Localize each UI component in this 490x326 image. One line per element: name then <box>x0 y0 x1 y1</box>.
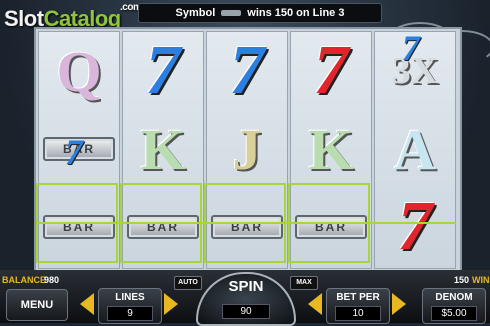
symbol-wild-3x: 7 3X <box>391 28 439 92</box>
symbol-red-seven: 7 <box>313 32 349 109</box>
symbol-red-seven: 7 <box>397 188 433 265</box>
lines-control: LINES 9 <box>98 288 162 324</box>
symbol-cell: 7 <box>375 188 455 266</box>
message-prefix: Symbol <box>175 7 216 19</box>
symbol-blue-seven: 7 <box>229 32 265 109</box>
betper-value: 10 <box>335 306 381 321</box>
balance-label: BALANCE <box>2 275 46 285</box>
betper-control: BET PER 10 <box>326 288 390 324</box>
game-frame: SlotCatalog .com Symbol wins 150 on Line… <box>0 0 490 326</box>
symbol-cell: K <box>291 110 371 188</box>
symbol-cell: 7 <box>123 32 203 110</box>
message-text: wins 150 on Line 3 <box>247 7 345 19</box>
spin-label: SPIN <box>228 278 264 295</box>
bar-symbol-icon <box>221 10 242 16</box>
win-label: WIN <box>472 275 490 285</box>
betper-increase-arrow-icon[interactable] <box>392 293 406 315</box>
symbol-blue-seven: 7 <box>145 32 181 109</box>
symbol-cell: K <box>123 110 203 188</box>
spin-bet-value: 90 <box>222 304 270 319</box>
symbol-a: A <box>394 116 436 182</box>
symbol-k: K <box>308 116 354 182</box>
seven-icon: 7 <box>401 28 420 68</box>
symbol-cell: BAR 7 <box>39 110 119 188</box>
symbol-cell: 7 <box>207 32 287 110</box>
betper-decrease-arrow-icon[interactable] <box>308 293 322 315</box>
spin-button[interactable]: SPIN 90 <box>196 272 296 326</box>
reel-5: 7 3X A 7 <box>374 28 456 269</box>
lines-value: 9 <box>107 306 153 321</box>
betper-label: BET PER <box>336 292 380 303</box>
symbol-cell: A <box>375 110 455 188</box>
win-value: 150 <box>454 275 470 285</box>
symbol-j: J <box>232 116 262 182</box>
symbol-cell: 7 <box>291 32 371 110</box>
lines-label: LINES <box>115 292 145 303</box>
win-message-bar: Symbol wins 150 on Line 3 <box>138 3 382 23</box>
symbol-q: Q <box>56 38 102 104</box>
balance-value: 980 <box>44 275 60 285</box>
menu-button[interactable]: MENU <box>6 289 68 321</box>
denom-value: $5.00 <box>431 306 477 321</box>
lines-decrease-arrow-icon[interactable] <box>80 293 94 315</box>
symbol-cell: J <box>207 110 287 188</box>
seven-icon: 7 <box>65 132 83 172</box>
payline-3 <box>36 222 456 224</box>
symbol-cell: Q <box>39 32 119 110</box>
lines-increase-arrow-icon[interactable] <box>164 293 178 315</box>
max-bet-button[interactable]: MAX <box>290 276 318 290</box>
denom-label: DENOM <box>435 292 473 303</box>
symbol-cell: 7 3X <box>375 28 455 110</box>
denom-button[interactable]: DENOM $5.00 <box>422 288 486 324</box>
symbol-k: K <box>140 116 186 182</box>
